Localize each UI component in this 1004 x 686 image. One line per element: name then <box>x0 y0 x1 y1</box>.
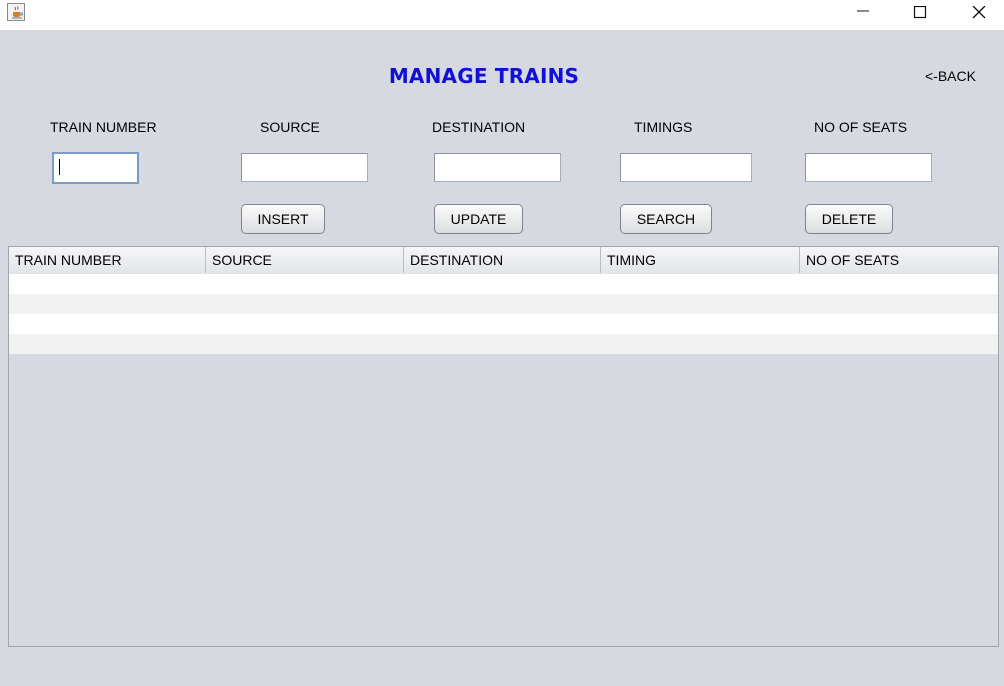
back-link[interactable]: <-BACK <box>925 68 976 84</box>
table-row[interactable] <box>9 294 998 314</box>
table-header: TRAIN NUMBER SOURCE DESTINATION TIMING N… <box>9 247 998 275</box>
train-number-label: TRAIN NUMBER <box>50 119 157 135</box>
page-title: MANAGE TRAINS <box>388 64 580 88</box>
train-number-input[interactable] <box>52 152 139 184</box>
search-button[interactable]: SEARCH <box>620 204 712 234</box>
source-input[interactable] <box>241 153 368 182</box>
column-header-destination[interactable]: DESTINATION <box>404 247 601 273</box>
destination-input[interactable] <box>434 153 561 182</box>
window-titlebar <box>0 0 1004 30</box>
column-header-timing[interactable]: TIMING <box>601 247 800 273</box>
seats-input[interactable] <box>805 153 932 182</box>
column-header-seats[interactable]: NO OF SEATS <box>800 247 998 273</box>
table-row[interactable] <box>9 274 998 294</box>
column-header-source[interactable]: SOURCE <box>206 247 404 273</box>
trains-table[interactable]: TRAIN NUMBER SOURCE DESTINATION TIMING N… <box>8 246 999 647</box>
seats-label: NO OF SEATS <box>814 119 908 135</box>
update-button[interactable]: UPDATE <box>434 204 523 234</box>
timings-input[interactable] <box>620 153 752 182</box>
close-icon <box>972 6 986 19</box>
destination-label: DESTINATION <box>432 119 526 135</box>
java-coffee-cup-icon[interactable] <box>7 3 25 21</box>
maximize-button[interactable] <box>897 0 943 26</box>
column-header-train-number[interactable]: TRAIN NUMBER <box>9 247 206 273</box>
minimize-icon <box>857 10 869 12</box>
maximize-icon <box>913 6 927 19</box>
text-caret <box>59 159 60 175</box>
table-row[interactable] <box>9 334 998 354</box>
source-label: SOURCE <box>260 119 320 135</box>
table-row[interactable] <box>9 314 998 334</box>
timings-label: TIMINGS <box>634 119 693 135</box>
delete-button[interactable]: DELETE <box>805 204 893 234</box>
minimize-button[interactable] <box>840 0 886 26</box>
insert-button[interactable]: INSERT <box>241 204 325 234</box>
close-button[interactable] <box>956 0 1002 26</box>
